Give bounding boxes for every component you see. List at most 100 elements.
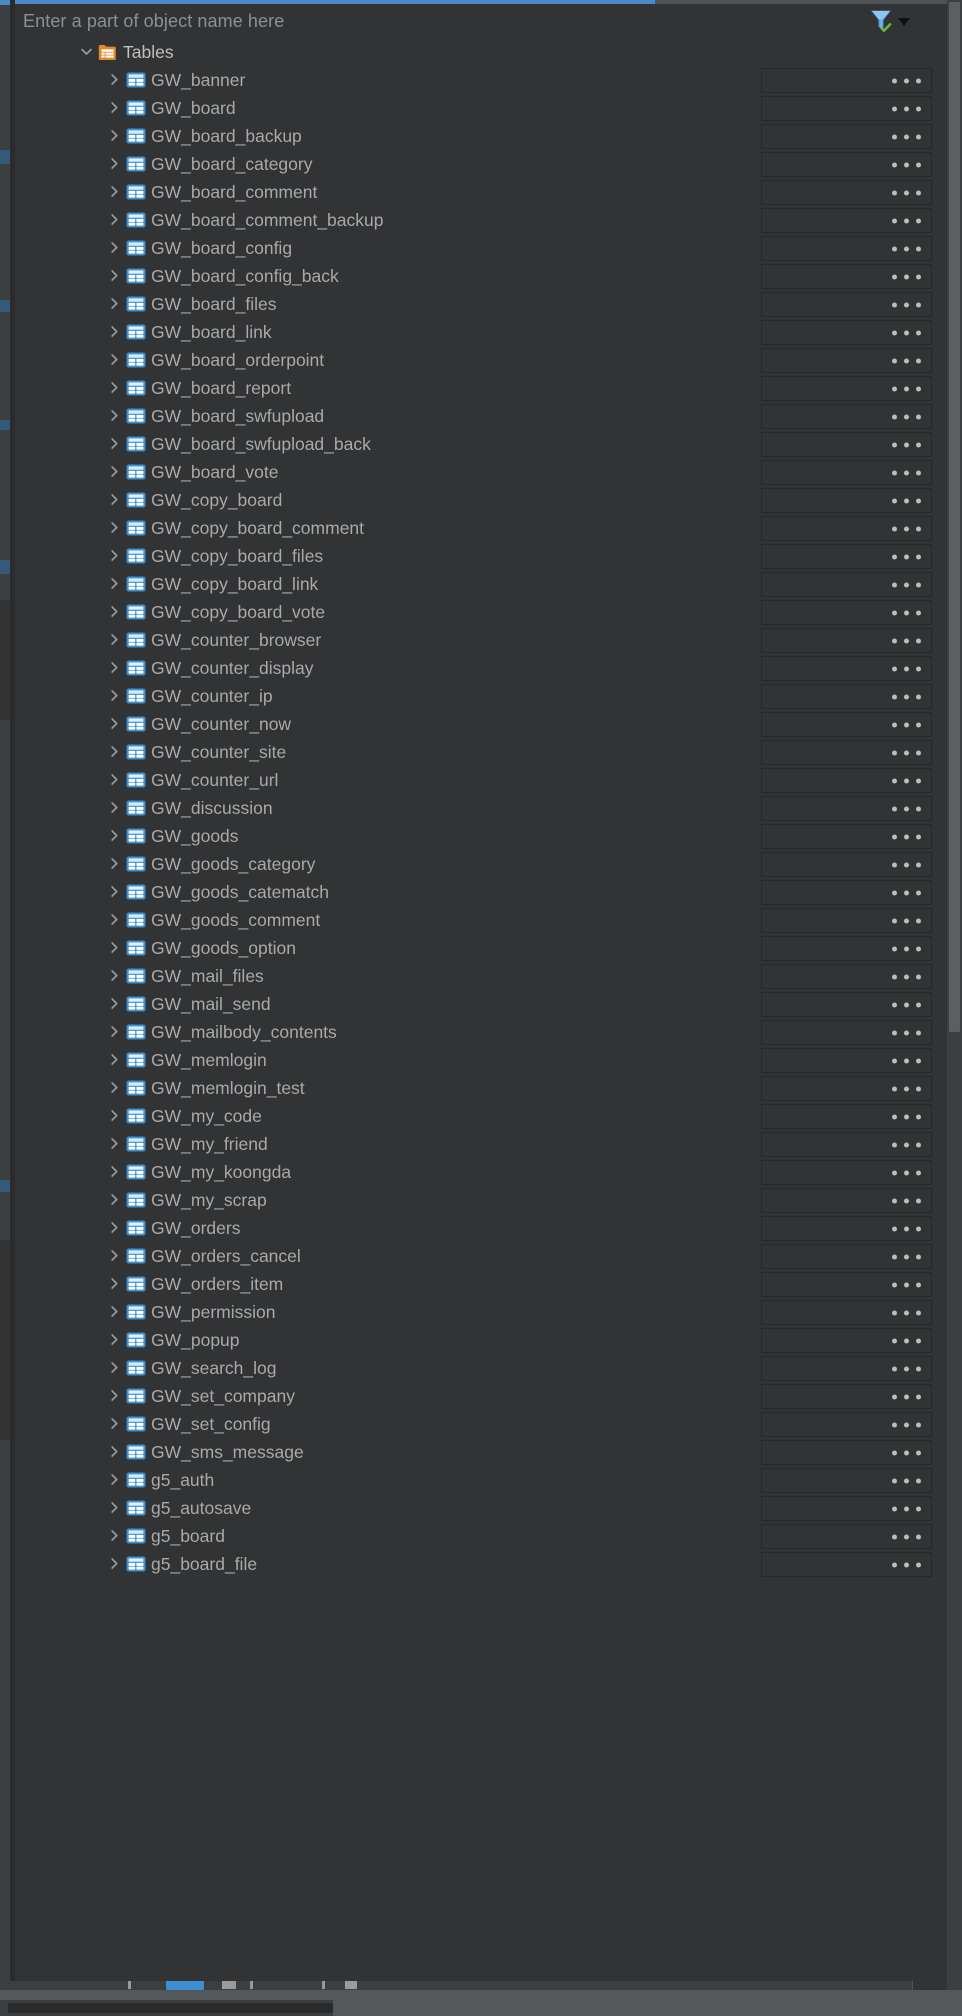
chevron-right-icon[interactable] <box>103 66 125 94</box>
row-overflow-cell[interactable] <box>761 1048 932 1073</box>
tree-item-row[interactable]: GW_banner <box>15 66 947 94</box>
tree-item-row[interactable]: GW_orders_cancel <box>15 1242 947 1270</box>
ellipsis-icon[interactable] <box>892 1478 921 1483</box>
tree-item-row[interactable]: GW_sms_message <box>15 1438 947 1466</box>
row-overflow-cell[interactable] <box>761 1272 932 1297</box>
row-overflow-cell[interactable] <box>761 432 932 457</box>
ellipsis-icon[interactable] <box>892 1282 921 1287</box>
tree-item-row[interactable]: GW_board_files <box>15 290 947 318</box>
tree-item-row[interactable]: GW_search_log <box>15 1354 947 1382</box>
tree-item-row[interactable]: GW_counter_display <box>15 654 947 682</box>
row-overflow-cell[interactable] <box>761 572 932 597</box>
chevron-right-icon[interactable] <box>103 1522 125 1550</box>
ellipsis-icon[interactable] <box>892 190 921 195</box>
ellipsis-icon[interactable] <box>892 1394 921 1399</box>
vertical-scrollbar-thumb[interactable] <box>949 2 960 1032</box>
row-overflow-cell[interactable] <box>761 1076 932 1101</box>
horizontal-scrollbar[interactable] <box>0 2000 962 2016</box>
chevron-right-icon[interactable] <box>103 822 125 850</box>
ellipsis-icon[interactable] <box>892 862 921 867</box>
row-overflow-cell[interactable] <box>761 1160 932 1185</box>
row-overflow-cell[interactable] <box>761 936 932 961</box>
row-overflow-cell[interactable] <box>761 1188 932 1213</box>
ellipsis-icon[interactable] <box>892 106 921 111</box>
tree-item-row[interactable]: GW_goods_option <box>15 934 947 962</box>
tree-item-row[interactable]: g5_board_file <box>15 1550 947 1578</box>
chevron-right-icon[interactable] <box>103 990 125 1018</box>
ellipsis-icon[interactable] <box>892 1030 921 1035</box>
chevron-right-icon[interactable] <box>103 122 125 150</box>
row-overflow-cell[interactable] <box>761 712 932 737</box>
chevron-right-icon[interactable] <box>103 1550 125 1578</box>
chevron-right-icon[interactable] <box>103 1018 125 1046</box>
row-overflow-cell[interactable] <box>761 1244 932 1269</box>
ellipsis-icon[interactable] <box>892 302 921 307</box>
chevron-right-icon[interactable] <box>103 374 125 402</box>
filter-funnel-check-icon[interactable] <box>868 8 894 34</box>
ellipsis-icon[interactable] <box>892 890 921 895</box>
tree-item-row[interactable]: GW_copy_board_link <box>15 570 947 598</box>
tree-item-row[interactable]: GW_mail_send <box>15 990 947 1018</box>
tree-item-row[interactable]: GW_board_category <box>15 150 947 178</box>
tree-item-row[interactable]: GW_set_company <box>15 1382 947 1410</box>
chevron-right-icon[interactable] <box>103 1046 125 1074</box>
ellipsis-icon[interactable] <box>892 1366 921 1371</box>
chevron-right-icon[interactable] <box>103 458 125 486</box>
row-overflow-cell[interactable] <box>761 320 932 345</box>
chevron-right-icon[interactable] <box>103 1102 125 1130</box>
row-overflow-cell[interactable] <box>761 1412 932 1437</box>
row-overflow-cell[interactable] <box>761 180 932 205</box>
ellipsis-icon[interactable] <box>892 274 921 279</box>
ellipsis-icon[interactable] <box>892 582 921 587</box>
chevron-right-icon[interactable] <box>103 934 125 962</box>
tree-item-row[interactable]: GW_mailbody_contents <box>15 1018 947 1046</box>
chevron-right-icon[interactable] <box>103 318 125 346</box>
tree-item-row[interactable]: GW_my_koongda <box>15 1158 947 1186</box>
chevron-right-icon[interactable] <box>103 234 125 262</box>
tree-item-row[interactable]: GW_set_config <box>15 1410 947 1438</box>
row-overflow-cell[interactable] <box>761 264 932 289</box>
ellipsis-icon[interactable] <box>892 750 921 755</box>
row-overflow-cell[interactable] <box>761 1440 932 1465</box>
chevron-right-icon[interactable] <box>103 1074 125 1102</box>
chevron-right-icon[interactable] <box>103 570 125 598</box>
chevron-right-icon[interactable] <box>103 1270 125 1298</box>
ellipsis-icon[interactable] <box>892 526 921 531</box>
ellipsis-icon[interactable] <box>892 1198 921 1203</box>
tree-item-row[interactable]: GW_permission <box>15 1298 947 1326</box>
tree-item-row[interactable]: GW_counter_ip <box>15 682 947 710</box>
row-overflow-cell[interactable] <box>761 1496 932 1521</box>
ellipsis-icon[interactable] <box>892 218 921 223</box>
row-overflow-cell[interactable] <box>761 208 932 233</box>
tree-group-tables[interactable]: Tables <box>15 38 947 66</box>
chevron-right-icon[interactable] <box>103 346 125 374</box>
ellipsis-icon[interactable] <box>892 694 921 699</box>
row-overflow-cell[interactable] <box>761 908 932 933</box>
chevron-down-icon[interactable] <box>75 38 97 66</box>
ellipsis-icon[interactable] <box>892 918 921 923</box>
chevron-right-icon[interactable] <box>103 1382 125 1410</box>
row-overflow-cell[interactable] <box>761 488 932 513</box>
row-overflow-cell[interactable] <box>761 992 932 1017</box>
ellipsis-icon[interactable] <box>892 1506 921 1511</box>
chevron-right-icon[interactable] <box>103 1326 125 1354</box>
chevron-right-icon[interactable] <box>103 738 125 766</box>
vertical-scrollbar[interactable] <box>947 0 962 2016</box>
ellipsis-icon[interactable] <box>892 78 921 83</box>
ellipsis-icon[interactable] <box>892 1086 921 1091</box>
chevron-down-icon[interactable] <box>898 18 910 26</box>
row-overflow-cell[interactable] <box>761 852 932 877</box>
chevron-right-icon[interactable] <box>103 962 125 990</box>
ellipsis-icon[interactable] <box>892 498 921 503</box>
tree-item-row[interactable]: GW_orders_item <box>15 1270 947 1298</box>
chevron-right-icon[interactable] <box>103 682 125 710</box>
tree-item-row[interactable]: GW_board_config <box>15 234 947 262</box>
row-overflow-cell[interactable] <box>761 768 932 793</box>
chevron-right-icon[interactable] <box>103 1298 125 1326</box>
chevron-right-icon[interactable] <box>103 542 125 570</box>
tree-item-row[interactable]: GW_counter_url <box>15 766 947 794</box>
chevron-right-icon[interactable] <box>103 1186 125 1214</box>
row-overflow-cell[interactable] <box>761 460 932 485</box>
ellipsis-icon[interactable] <box>892 1562 921 1567</box>
tree-item-row[interactable]: GW_copy_board <box>15 486 947 514</box>
